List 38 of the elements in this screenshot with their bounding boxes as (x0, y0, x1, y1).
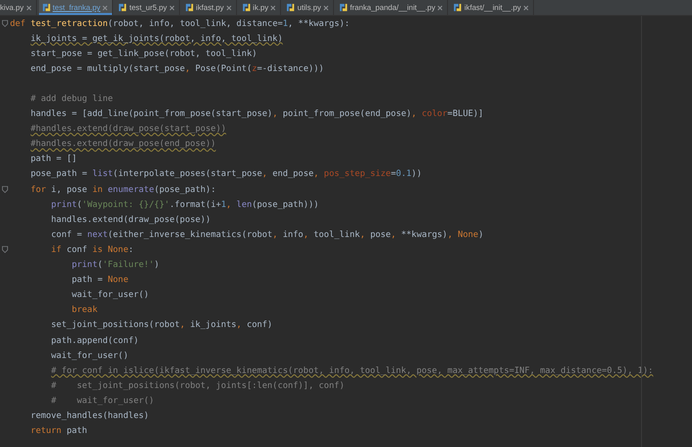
code-line: handles.extend(draw_pose(pose)) (51, 214, 211, 225)
close-icon[interactable] (168, 4, 175, 10)
code-line: conf = next(either_inverse_kinematics(robot, info, tool_link, pose, **kwargs), None) (51, 230, 484, 240)
fold-icon[interactable] (2, 186, 8, 194)
code-line: # for conf in islice(ikfast_inverse_kinematics(robot, info, tool_link, pose, max_attempts=INF, max_distance=0.5), 1): (51, 366, 654, 376)
code-line: start_pose = get_link_pose(robot, tool_link) (30, 48, 257, 59)
code-line: for i, pose in enumerate(pose_path): (30, 184, 216, 195)
close-icon[interactable] (437, 4, 444, 10)
code-line: #handles.extend(draw_pose(end_pose)) (30, 139, 216, 150)
code-line: remove_handles(handles) (30, 410, 149, 421)
close-icon[interactable] (522, 4, 529, 10)
close-icon[interactable] (102, 4, 108, 10)
close-icon[interactable] (226, 4, 232, 10)
code-line: path = None (72, 275, 128, 286)
fold-icon[interactable] (2, 246, 8, 254)
close-icon[interactable] (270, 4, 276, 10)
code-line: end_pose = multiply(start_pose, Pose(Point(z=-distance))) (30, 64, 324, 74)
code-line: break (72, 305, 98, 316)
code-line: if conf is None: (51, 244, 134, 255)
code-line: print('Failure!') (72, 260, 160, 270)
code-line: # wait_for_user() (51, 396, 154, 406)
code-line: path = [] (30, 154, 77, 164)
code-line: #handles.extend(draw_pose(start_pose)) (30, 124, 226, 134)
code-line: return path (30, 426, 88, 436)
fold-icon[interactable] (2, 20, 8, 28)
code-line: def test_retraction(robot, info, tool_link, distance=1, **kwargs): (10, 18, 350, 29)
code-line: pose_path = list(interpolate_poses(start_pose, end_pose, pos_step_size=0.1)) (30, 169, 422, 180)
close-icon[interactable] (323, 4, 330, 10)
code-line: path.append(conf) (51, 336, 139, 346)
code-line: # add debug line (30, 94, 113, 104)
code-line: print('Waypoint: {}/{}'.format(i+1, len(pose_path))) (51, 200, 319, 210)
code-line: wait_for_user() (72, 290, 149, 300)
code-line: ik_joints = get_ik_joints(robot, info, tool_link) (30, 34, 283, 44)
code-line: # set_joint_positions(robot, joints[:len(conf)], conf) (51, 380, 344, 391)
close-icon[interactable] (26, 4, 32, 10)
code-line: wait_for_user() (51, 350, 128, 361)
code-line: set_joint_positions(robot, ik_joints, conf) (51, 320, 272, 330)
code-line: handles = [add_line(point_from_pose(start_pose), point_from_pose(end_pose), color=BLUE)] (30, 109, 484, 120)
